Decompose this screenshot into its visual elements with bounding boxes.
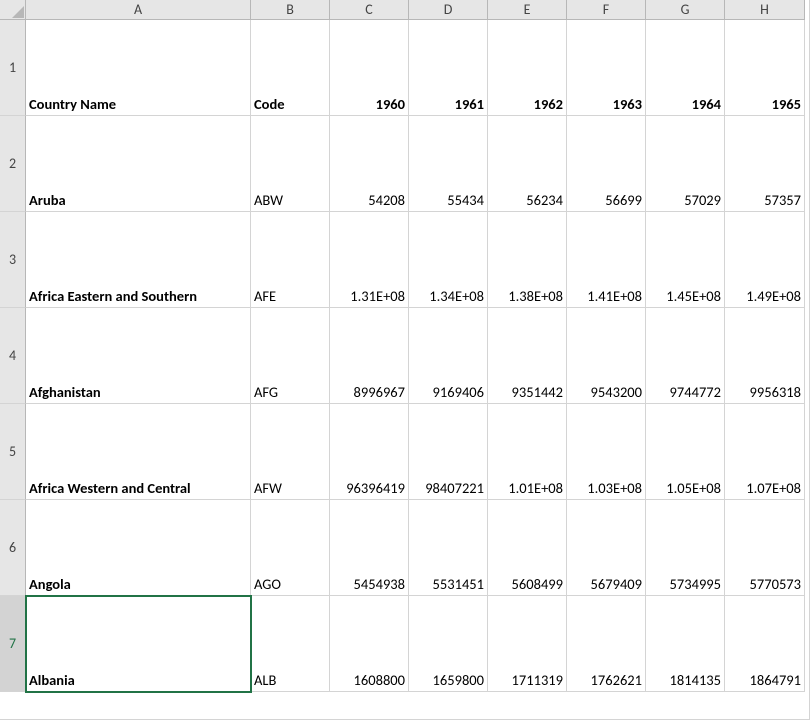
cell-H7[interactable]: 1864791 [725,596,805,692]
cell-D6[interactable]: 5531451 [409,500,488,596]
row-head-2[interactable]: 2 [0,116,26,212]
cell-E5[interactable]: 1.01E+08 [488,404,567,500]
cell-G2[interactable]: 57029 [646,116,725,212]
cell-B6[interactable]: AGO [251,500,330,596]
cell-F3[interactable]: 1.41E+08 [567,212,646,308]
col-head-D[interactable]: D [409,0,488,20]
col-head-C[interactable]: C [330,0,409,20]
cell-C5[interactable]: 96396419 [330,404,409,500]
cell-B5[interactable]: AFW [251,404,330,500]
cell-E1[interactable]: 1962 [488,20,567,116]
spreadsheet-grid: A B C D E F G H 1 Country Name Code 1960… [0,0,810,720]
cell-A2[interactable]: Aruba [26,116,251,212]
row-head-1[interactable]: 1 [0,20,26,116]
cell-E2[interactable]: 56234 [488,116,567,212]
cell-B4[interactable]: AFG [251,308,330,404]
cell-F1[interactable]: 1963 [567,20,646,116]
cell-H6[interactable]: 5770573 [725,500,805,596]
cell-G5[interactable]: 1.05E+08 [646,404,725,500]
cell-B2[interactable]: ABW [251,116,330,212]
cell-E6[interactable]: 5608499 [488,500,567,596]
row-head-6[interactable]: 6 [0,500,26,596]
cell-D5[interactable]: 98407221 [409,404,488,500]
cell-F4[interactable]: 9543200 [567,308,646,404]
cell-D3[interactable]: 1.34E+08 [409,212,488,308]
cell-D2[interactable]: 55434 [409,116,488,212]
col-head-A[interactable]: A [26,0,251,20]
cell-D4[interactable]: 9169406 [409,308,488,404]
cell-C2[interactable]: 54208 [330,116,409,212]
cell-C1[interactable]: 1960 [330,20,409,116]
select-all-corner[interactable] [0,0,26,20]
cell-H1[interactable]: 1965 [725,20,805,116]
cell-D7[interactable]: 1659800 [409,596,488,692]
select-all-icon [12,6,24,18]
col-head-G[interactable]: G [646,0,725,20]
cell-G4[interactable]: 9744772 [646,308,725,404]
cell-H4[interactable]: 9956318 [725,308,805,404]
cell-E7[interactable]: 1711319 [488,596,567,692]
row-head-5[interactable]: 5 [0,404,26,500]
cell-A7[interactable]: Albania [26,596,251,692]
cell-A5[interactable]: Africa Western and Central [26,404,251,500]
col-head-E[interactable]: E [488,0,567,20]
cell-B1[interactable]: Code [251,20,330,116]
cell-D1[interactable]: 1961 [409,20,488,116]
cell-G1[interactable]: 1964 [646,20,725,116]
cell-G3[interactable]: 1.45E+08 [646,212,725,308]
cell-H5[interactable]: 1.07E+08 [725,404,805,500]
col-head-H[interactable]: H [725,0,805,20]
col-head-F[interactable]: F [567,0,646,20]
cell-F6[interactable]: 5679409 [567,500,646,596]
cell-A3[interactable]: Africa Eastern and Southern [26,212,251,308]
col-head-B[interactable]: B [251,0,330,20]
cell-A4[interactable]: Afghanistan [26,308,251,404]
cell-B7[interactable]: ALB [251,596,330,692]
cell-C3[interactable]: 1.31E+08 [330,212,409,308]
cell-B3[interactable]: AFE [251,212,330,308]
row-head-3[interactable]: 3 [0,212,26,308]
cell-H3[interactable]: 1.49E+08 [725,212,805,308]
cell-C4[interactable]: 8996967 [330,308,409,404]
cell-C7[interactable]: 1608800 [330,596,409,692]
cell-H2[interactable]: 57357 [725,116,805,212]
cell-C6[interactable]: 5454938 [330,500,409,596]
row-head-4[interactable]: 4 [0,308,26,404]
cell-A1[interactable]: Country Name [26,20,251,116]
cell-G7[interactable]: 1814135 [646,596,725,692]
cell-F7[interactable]: 1762621 [567,596,646,692]
cell-E3[interactable]: 1.38E+08 [488,212,567,308]
cell-E4[interactable]: 9351442 [488,308,567,404]
row-head-7[interactable]: 7 [0,596,26,692]
cell-F5[interactable]: 1.03E+08 [567,404,646,500]
cell-A6[interactable]: Angola [26,500,251,596]
cell-F2[interactable]: 56699 [567,116,646,212]
cell-G6[interactable]: 5734995 [646,500,725,596]
